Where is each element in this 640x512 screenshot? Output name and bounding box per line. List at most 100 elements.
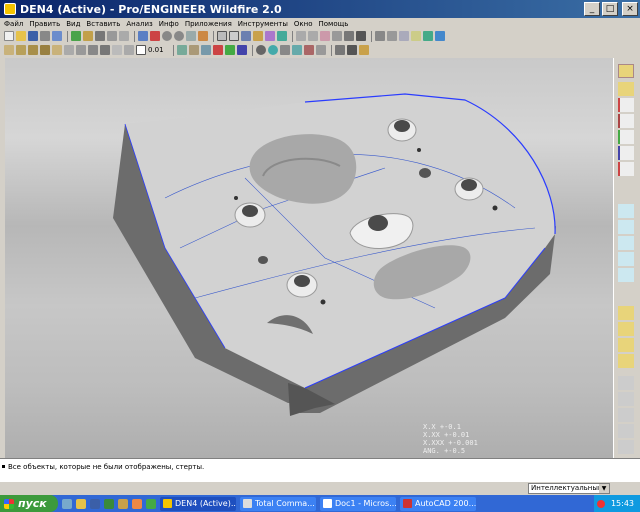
- datum-point-icon[interactable]: [618, 114, 634, 128]
- start-button[interactable]: пуск: [0, 495, 58, 512]
- outlook-icon[interactable]: [118, 498, 128, 509]
- menu-applications[interactable]: Приложения: [185, 20, 232, 28]
- view-icon[interactable]: [150, 31, 160, 41]
- task-autocad[interactable]: AutoCAD 200...: [400, 496, 476, 511]
- blend-icon[interactable]: [52, 45, 62, 55]
- boundary-blend-icon[interactable]: [618, 354, 634, 368]
- menu-window[interactable]: Окно: [294, 20, 313, 28]
- config-icon[interactable]: [358, 45, 369, 55]
- email-icon[interactable]: [52, 31, 62, 41]
- shading-icon[interactable]: [241, 31, 251, 41]
- menu-help[interactable]: Помощь: [319, 20, 349, 28]
- hole-icon[interactable]: [64, 45, 74, 55]
- sketch-icon[interactable]: [4, 45, 14, 55]
- save-icon[interactable]: [28, 31, 38, 41]
- menu-tools[interactable]: Инструменты: [238, 20, 288, 28]
- revolve-icon[interactable]: [28, 45, 38, 55]
- help-icon[interactable]: [435, 31, 445, 41]
- menu-info[interactable]: Инфо: [159, 20, 179, 28]
- mirror-icon[interactable]: [332, 31, 342, 41]
- datum-points-icon[interactable]: [277, 31, 287, 41]
- analysis-icon[interactable]: [618, 146, 634, 160]
- rib-tool-icon[interactable]: [618, 236, 634, 250]
- datum-axes-icon[interactable]: [265, 31, 275, 41]
- datum-curve-icon[interactable]: [618, 98, 634, 112]
- saved-views-icon[interactable]: [255, 45, 266, 55]
- section-icon[interactable]: [303, 45, 314, 55]
- media-icon[interactable]: [132, 498, 142, 509]
- tray-app-icon[interactable]: [596, 499, 605, 508]
- binoculars-icon[interactable]: [356, 31, 366, 41]
- model-tree-icon[interactable]: [224, 45, 235, 55]
- sweep-icon[interactable]: [40, 45, 50, 55]
- chevron-down-icon[interactable]: ▼: [599, 484, 609, 493]
- messenger-icon[interactable]: [146, 498, 156, 509]
- task-word-doc[interactable]: Doc1 - Micros...: [320, 496, 396, 511]
- explode-icon[interactable]: [291, 45, 302, 55]
- redo-icon[interactable]: [308, 31, 318, 41]
- coordinate-system-icon[interactable]: [618, 130, 634, 144]
- select-icon[interactable]: [95, 31, 105, 41]
- desktop-icon[interactable]: [62, 498, 72, 509]
- mapkey-icon[interactable]: [334, 45, 345, 55]
- shell-icon[interactable]: [76, 45, 86, 55]
- zoom-out-icon[interactable]: [174, 31, 184, 41]
- hole-tool-icon[interactable]: [618, 204, 634, 218]
- pattern-icon[interactable]: [344, 31, 354, 41]
- orient-icon[interactable]: [138, 31, 148, 41]
- menu-file[interactable]: Файл: [4, 20, 23, 28]
- offset-tool-icon[interactable]: [618, 440, 634, 454]
- selection-filter[interactable]: Интеллектуальный ▼: [528, 483, 610, 494]
- hidden-line-icon[interactable]: [229, 31, 239, 41]
- zoom-in-icon[interactable]: [162, 31, 172, 41]
- round-tool-icon[interactable]: [618, 268, 634, 282]
- excel-icon[interactable]: [104, 498, 114, 509]
- regenerate-icon[interactable]: [71, 31, 81, 41]
- datum-axis-icon[interactable]: [618, 82, 634, 96]
- chamfer-icon[interactable]: [124, 45, 134, 55]
- appearance-icon[interactable]: [236, 45, 247, 55]
- spin-center-icon[interactable]: [198, 31, 208, 41]
- menu-insert[interactable]: Вставить: [86, 20, 120, 28]
- merge-tool-icon[interactable]: [618, 392, 634, 406]
- trim-tool-icon[interactable]: [618, 408, 634, 422]
- relations-icon[interactable]: [176, 45, 187, 55]
- what-is-this-icon[interactable]: [423, 31, 433, 41]
- new-file-icon[interactable]: [4, 31, 14, 41]
- graphics-viewport[interactable]: X.X +-0.1 X.XX +-0.01 X.XXX +-0.001 ANG.…: [5, 58, 613, 458]
- explorer-icon[interactable]: [76, 498, 86, 509]
- paste-icon[interactable]: [320, 31, 330, 41]
- cut-icon[interactable]: [107, 31, 117, 41]
- menu-edit[interactable]: Править: [29, 20, 60, 28]
- layers-icon[interactable]: [411, 31, 421, 41]
- parameters-icon[interactable]: [188, 45, 199, 55]
- revolve-tool-icon[interactable]: [618, 322, 634, 336]
- print-icon[interactable]: [40, 31, 50, 41]
- variable-section-sweep-icon[interactable]: [618, 338, 634, 352]
- task-total-commander[interactable]: Total Comma...: [240, 496, 316, 511]
- display-style-icon[interactable]: [315, 45, 326, 55]
- shell-tool-icon[interactable]: [618, 220, 634, 234]
- menu-view[interactable]: Вид: [66, 20, 80, 28]
- find-icon[interactable]: [83, 31, 93, 41]
- extrude-icon[interactable]: [16, 45, 26, 55]
- close-button[interactable]: ×: [622, 2, 638, 16]
- refit-icon[interactable]: [186, 31, 196, 41]
- open-folder-icon[interactable]: [16, 31, 26, 41]
- trail-icon[interactable]: [346, 45, 357, 55]
- task-proengineer[interactable]: DEN4 (Active)...: [160, 496, 236, 511]
- rib-icon[interactable]: [88, 45, 98, 55]
- round-icon[interactable]: [112, 45, 122, 55]
- minimize-button[interactable]: _: [584, 2, 600, 16]
- wireframe-icon[interactable]: [217, 31, 227, 41]
- named-views-icon[interactable]: [399, 31, 409, 41]
- word-icon[interactable]: [90, 498, 100, 509]
- mirror-tool-icon[interactable]: [618, 376, 634, 390]
- extrude-tool-icon[interactable]: [618, 306, 634, 320]
- family-table-icon[interactable]: [200, 45, 211, 55]
- measure-icon[interactable]: [212, 45, 223, 55]
- undo-icon[interactable]: [296, 31, 306, 41]
- draft-icon[interactable]: [100, 45, 110, 55]
- maximize-button[interactable]: □: [602, 2, 618, 16]
- copy-icon[interactable]: [119, 31, 129, 41]
